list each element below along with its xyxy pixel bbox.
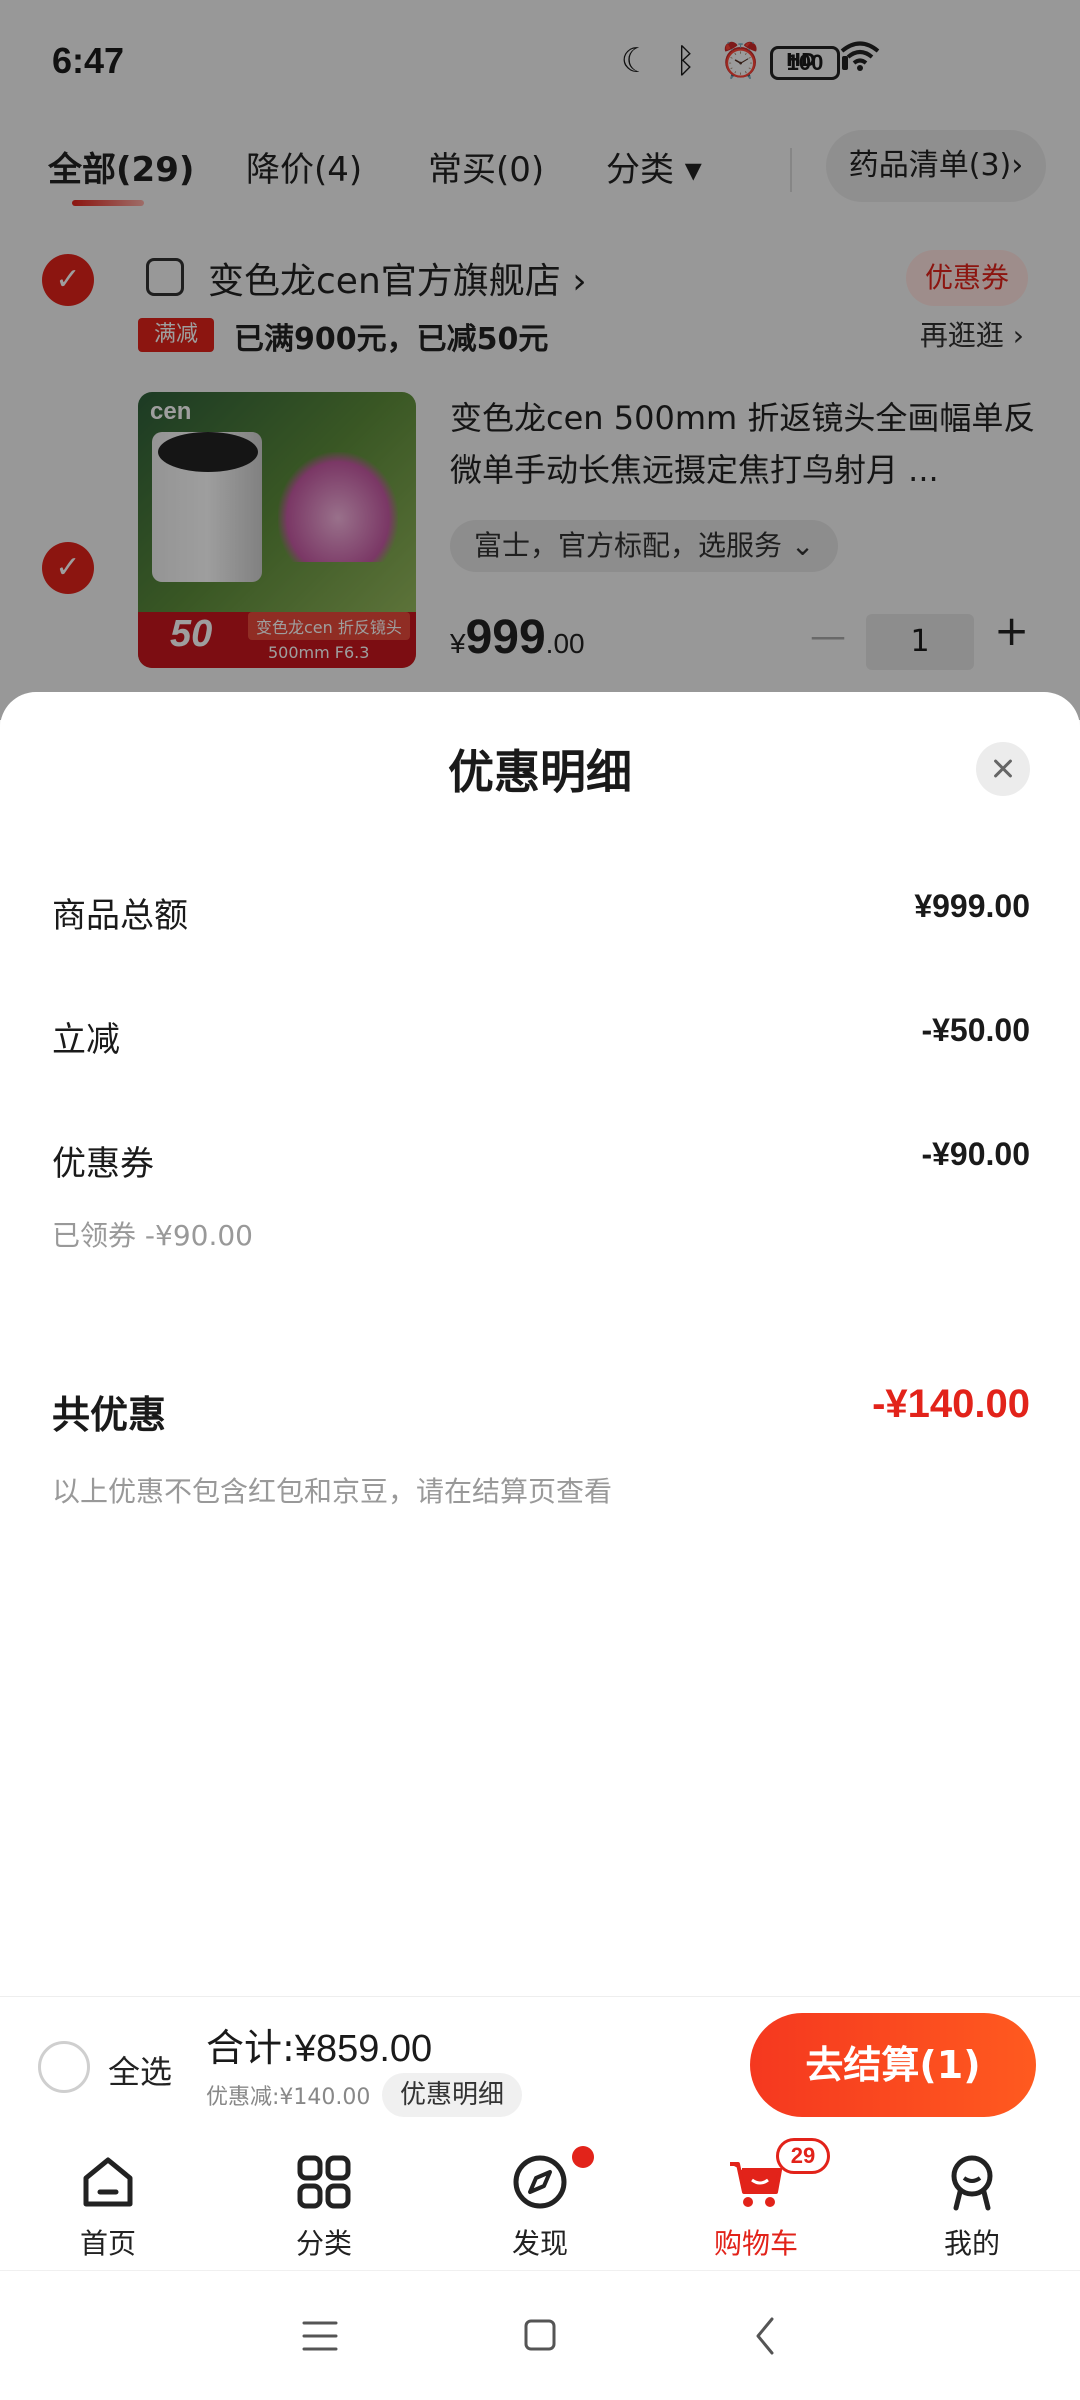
sum-value: ¥859.00	[294, 2028, 433, 2070]
row-label: 优惠券	[52, 1144, 154, 1184]
discover-badge-dot	[572, 2146, 594, 2168]
system-navigation-bar	[0, 2270, 1080, 2400]
nav-home[interactable]: 首页	[28, 2130, 188, 2270]
row-value: -¥50.00	[921, 1012, 1030, 1048]
checkout-bar: 全选 合计:¥859.00 优惠减:¥140.00 优惠明细 去结算(1)	[0, 1996, 1080, 2130]
sum-label: 合计:	[206, 2026, 295, 2070]
coupon-note: 已领券 -¥90.00	[52, 1219, 253, 1252]
close-button[interactable]	[976, 742, 1030, 796]
nav-category[interactable]: 分类	[244, 2130, 404, 2270]
home-square-icon[interactable]	[510, 2311, 570, 2361]
nav-discover[interactable]: 发现	[460, 2130, 620, 2270]
bottom-nav: 首页 分类 发现 29 购物车 我的	[0, 2130, 1080, 2270]
nav-label: 分类	[295, 2227, 352, 2260]
sum-total: 合计:¥859.00	[206, 2017, 432, 2072]
row-instant-discount: 立减 -¥50.00	[52, 1012, 1030, 1062]
category-icon	[297, 2155, 351, 2209]
total-discount-label: 共优惠	[52, 1393, 167, 1437]
row-coupon: 优惠券 -¥90.00	[52, 1136, 1030, 1186]
profile-icon	[951, 2155, 993, 2211]
row-value: ¥999.00	[914, 888, 1030, 924]
nav-label: 发现	[511, 2227, 568, 2260]
nav-profile[interactable]: 我的	[892, 2130, 1052, 2270]
menu-icon[interactable]	[290, 2311, 350, 2361]
row-label: 立减	[52, 1020, 120, 1060]
discount-summary: 优惠减:¥140.00	[206, 2085, 371, 2110]
nav-label: 首页	[79, 2227, 136, 2260]
compass-icon	[513, 2155, 567, 2209]
home-icon	[83, 2157, 133, 2207]
discount-detail-sheet: 优惠明细 商品总额 ¥999.00 立减 -¥50.00 优惠券 -¥90.00…	[0, 692, 1080, 1997]
cart-badge-count: 29	[776, 2138, 830, 2174]
select-all-label[interactable]: 全选	[108, 2047, 172, 2093]
disclaimer-text: 以上优惠不包含红包和京豆，请在结算页查看	[52, 1475, 613, 1508]
total-discount-value: -¥140.00	[872, 1382, 1030, 1426]
row-label: 商品总额	[52, 896, 188, 936]
checkout-button[interactable]: 去结算(1)	[750, 2013, 1036, 2117]
discount-detail-button[interactable]: 优惠明细	[382, 2073, 523, 2117]
back-icon[interactable]	[736, 2311, 796, 2361]
nav-cart[interactable]: 29 购物车	[676, 2130, 836, 2270]
sheet-title: 优惠明细	[448, 745, 632, 799]
modal-dim-overlay[interactable]	[0, 0, 1080, 720]
row-value: -¥90.00	[921, 1136, 1030, 1172]
nav-label: 我的	[943, 2227, 1000, 2260]
row-goods-total: 商品总额 ¥999.00	[52, 888, 1030, 938]
select-all-radio[interactable]	[38, 2041, 90, 2093]
nav-label: 购物车	[713, 2227, 798, 2260]
